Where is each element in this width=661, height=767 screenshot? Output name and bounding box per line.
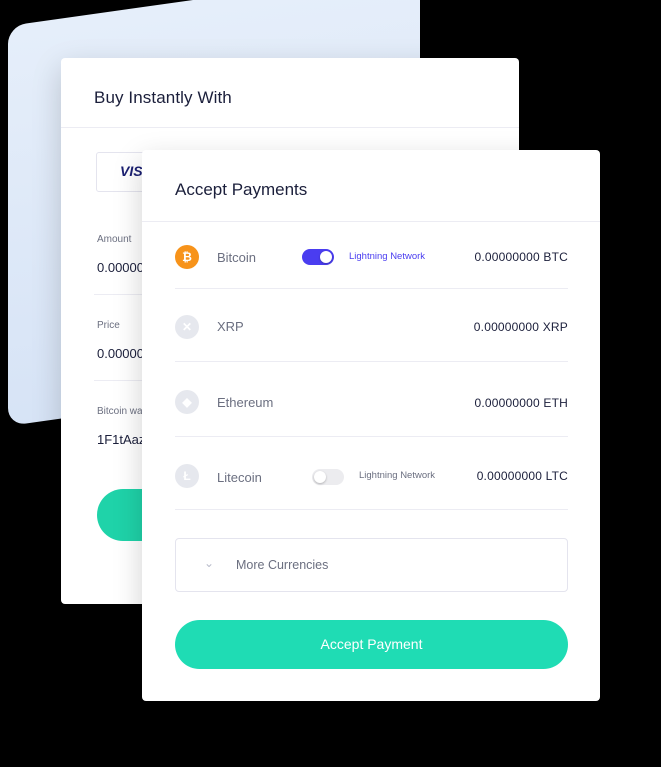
currency-row-litecoin: Ł Litecoin Lightning Network 0.00000000 … (175, 463, 568, 489)
accept-payments-card: Accept Payments ₿ Bitcoin Lightning Netw… (142, 150, 600, 701)
currency-row-ethereum: ◆ Ethereum 0.00000000 ETH (175, 389, 568, 415)
price-label: Price (97, 320, 120, 331)
currency-name: Litecoin (217, 470, 262, 485)
divider (175, 288, 568, 289)
currency-amount: 0.00000000 ETH (474, 396, 568, 410)
price-value[interactable]: 0.00000 (97, 346, 144, 361)
currency-name: XRP (217, 319, 244, 334)
currency-name: Bitcoin (217, 250, 257, 265)
currency-name: Ethereum (217, 395, 274, 410)
divider (142, 221, 600, 222)
bitcoin-icon: ₿ (175, 245, 199, 269)
xrp-icon: ✕ (175, 315, 199, 339)
amount-value[interactable]: 0.00000 (97, 260, 144, 275)
toggle-knob (314, 471, 326, 483)
more-currencies-label: More Currencies (236, 558, 329, 572)
divider (61, 127, 519, 128)
toggle-knob (320, 251, 332, 263)
currency-amount: 0.00000000 LTC (476, 469, 568, 483)
divider (175, 361, 568, 362)
divider (175, 509, 568, 510)
divider (175, 436, 568, 437)
lightning-network-toggle[interactable] (302, 249, 334, 265)
more-currencies-dropdown[interactable]: ⌄ More Currencies (175, 538, 568, 592)
chevron-down-icon: ⌄ (204, 556, 215, 570)
currency-row-bitcoin: ₿ Bitcoin Lightning Network 0.00000000 B… (175, 244, 568, 270)
buy-card-title: Buy Instantly With (94, 88, 232, 107)
bitcoin-wallet-label: Bitcoin wa (97, 406, 143, 417)
lightning-network-toggle[interactable] (312, 469, 344, 485)
currency-amount: 0.00000000 BTC (474, 250, 568, 264)
amount-label: Amount (97, 234, 132, 245)
accept-payment-label: Accept Payment (320, 636, 423, 652)
lightning-network-label: Lightning Network (349, 251, 426, 262)
accept-card-title: Accept Payments (175, 180, 308, 199)
ethereum-icon: ◆ (175, 390, 199, 414)
accept-payment-button[interactable]: Accept Payment (175, 620, 568, 669)
lightning-network-label: Lightning Network (359, 470, 436, 481)
currency-row-xrp: ✕ XRP 0.00000000 XRP (175, 314, 568, 340)
bitcoin-wallet-value[interactable]: 1F1tAaz (97, 432, 145, 447)
currency-amount: 0.00000000 XRP (473, 320, 568, 334)
litecoin-icon: Ł (175, 464, 199, 488)
